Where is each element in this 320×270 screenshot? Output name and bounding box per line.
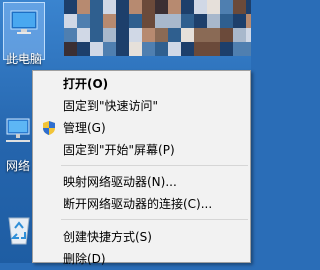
mosaic-tile bbox=[77, 14, 90, 28]
mosaic-tile bbox=[90, 14, 103, 28]
mosaic-tile bbox=[194, 14, 207, 28]
mosaic-tile bbox=[103, 0, 116, 14]
menu-item-label: 删除(D) bbox=[63, 252, 106, 266]
mosaic-tile bbox=[142, 14, 155, 28]
mosaic-tile bbox=[246, 42, 251, 56]
mosaic-tile bbox=[168, 14, 181, 28]
mosaic-tile bbox=[233, 14, 246, 28]
mosaic-tile bbox=[155, 0, 168, 14]
mosaic-tile bbox=[207, 0, 220, 14]
menu-item-label: 固定到"开始"屏幕(P) bbox=[63, 143, 175, 157]
mosaic-tile bbox=[155, 14, 168, 28]
mosaic-tile bbox=[116, 14, 129, 28]
mosaic-tile bbox=[181, 42, 194, 56]
menu-item-label: 断开网络驱动器的连接(C)... bbox=[63, 197, 213, 211]
mosaic-tile bbox=[220, 0, 233, 14]
mosaic-tile bbox=[103, 28, 116, 42]
mosaic-tile bbox=[155, 42, 168, 56]
menu-item-disconnect-network-drive[interactable]: 断开网络驱动器的连接(C)... bbox=[33, 193, 250, 215]
menu-separator bbox=[61, 219, 248, 220]
mosaic-tile bbox=[168, 28, 181, 42]
menu-item-create-shortcut[interactable]: 创建快捷方式(S) bbox=[33, 226, 250, 248]
mosaic-tile bbox=[194, 42, 207, 56]
mosaic-tile bbox=[246, 14, 251, 28]
mosaic-tile bbox=[129, 28, 142, 42]
menu-item-label: 映射网络驱动器(N)... bbox=[63, 175, 177, 189]
mosaic-tile bbox=[77, 0, 90, 14]
mosaic-tile bbox=[168, 42, 181, 56]
mosaic-tile bbox=[116, 28, 129, 42]
mosaic-tile bbox=[142, 0, 155, 14]
mosaic-tile bbox=[129, 14, 142, 28]
blurred-wallpaper-area bbox=[64, 0, 251, 56]
desktop-icon-label: 网络 bbox=[6, 159, 31, 173]
mosaic-tile bbox=[246, 0, 251, 14]
mosaic-tile bbox=[233, 28, 246, 42]
desktop-icon-label: 此电脑 bbox=[5, 52, 42, 66]
mosaic-tile bbox=[142, 28, 155, 42]
this-pc-icon bbox=[10, 10, 38, 34]
mosaic-tile bbox=[181, 14, 194, 28]
mosaic-tile bbox=[64, 42, 77, 56]
shield-icon bbox=[43, 121, 55, 135]
mosaic-tile bbox=[155, 28, 168, 42]
mosaic-tile bbox=[168, 0, 181, 14]
mosaic-tile bbox=[116, 0, 129, 14]
mosaic-tile bbox=[129, 42, 142, 56]
menu-item-pin-start[interactable]: 固定到"开始"屏幕(P) bbox=[33, 139, 250, 161]
mosaic-tile bbox=[207, 14, 220, 28]
menu-item-manage[interactable]: 管理(G) bbox=[33, 117, 250, 139]
mosaic-tile bbox=[90, 0, 103, 14]
mosaic-tile bbox=[142, 42, 155, 56]
menu-item-open[interactable]: 打开(O) bbox=[33, 73, 250, 95]
mosaic-tile bbox=[246, 28, 251, 42]
menu-item-label: 创建快捷方式(S) bbox=[63, 230, 152, 244]
menu-item-delete[interactable]: 删除(D) bbox=[33, 248, 250, 270]
mosaic-tile bbox=[103, 14, 116, 28]
mosaic-tile bbox=[77, 28, 90, 42]
menu-item-pin-quick-access[interactable]: 固定到"快速访问" bbox=[33, 95, 250, 117]
mosaic-tile bbox=[207, 42, 220, 56]
recycle-bin-icon[interactable] bbox=[6, 214, 32, 246]
menu-item-map-network-drive[interactable]: 映射网络驱动器(N)... bbox=[33, 171, 250, 193]
menu-separator bbox=[61, 165, 248, 166]
mosaic-tile bbox=[129, 0, 142, 14]
mosaic-tile bbox=[220, 28, 233, 42]
mosaic-tile bbox=[233, 42, 246, 56]
mosaic-tile bbox=[207, 28, 220, 42]
mosaic-tile bbox=[64, 0, 77, 14]
mosaic-tile bbox=[64, 28, 77, 42]
mosaic-tile bbox=[103, 42, 116, 56]
mosaic-tile bbox=[64, 14, 77, 28]
mosaic-tile bbox=[90, 42, 103, 56]
mosaic-tile bbox=[181, 0, 194, 14]
mosaic-tile bbox=[220, 42, 233, 56]
mosaic-tile bbox=[233, 0, 246, 14]
menu-item-label: 管理(G) bbox=[63, 121, 106, 135]
mosaic-tile bbox=[194, 28, 207, 42]
mosaic-tile bbox=[194, 0, 207, 14]
menu-item-label: 固定到"快速访问" bbox=[63, 99, 159, 113]
mosaic-tile bbox=[90, 28, 103, 42]
menu-item-label: 打开(O) bbox=[63, 77, 109, 91]
mosaic-tile bbox=[77, 42, 90, 56]
network-icon[interactable] bbox=[4, 116, 34, 146]
mosaic-tile bbox=[116, 42, 129, 56]
context-menu: 打开(O) 固定到"快速访问" 管理(G) 固定到"开始"屏幕(P) 映射网络驱… bbox=[32, 70, 251, 266]
mosaic-tile bbox=[220, 14, 233, 28]
mosaic-tile bbox=[181, 28, 194, 42]
